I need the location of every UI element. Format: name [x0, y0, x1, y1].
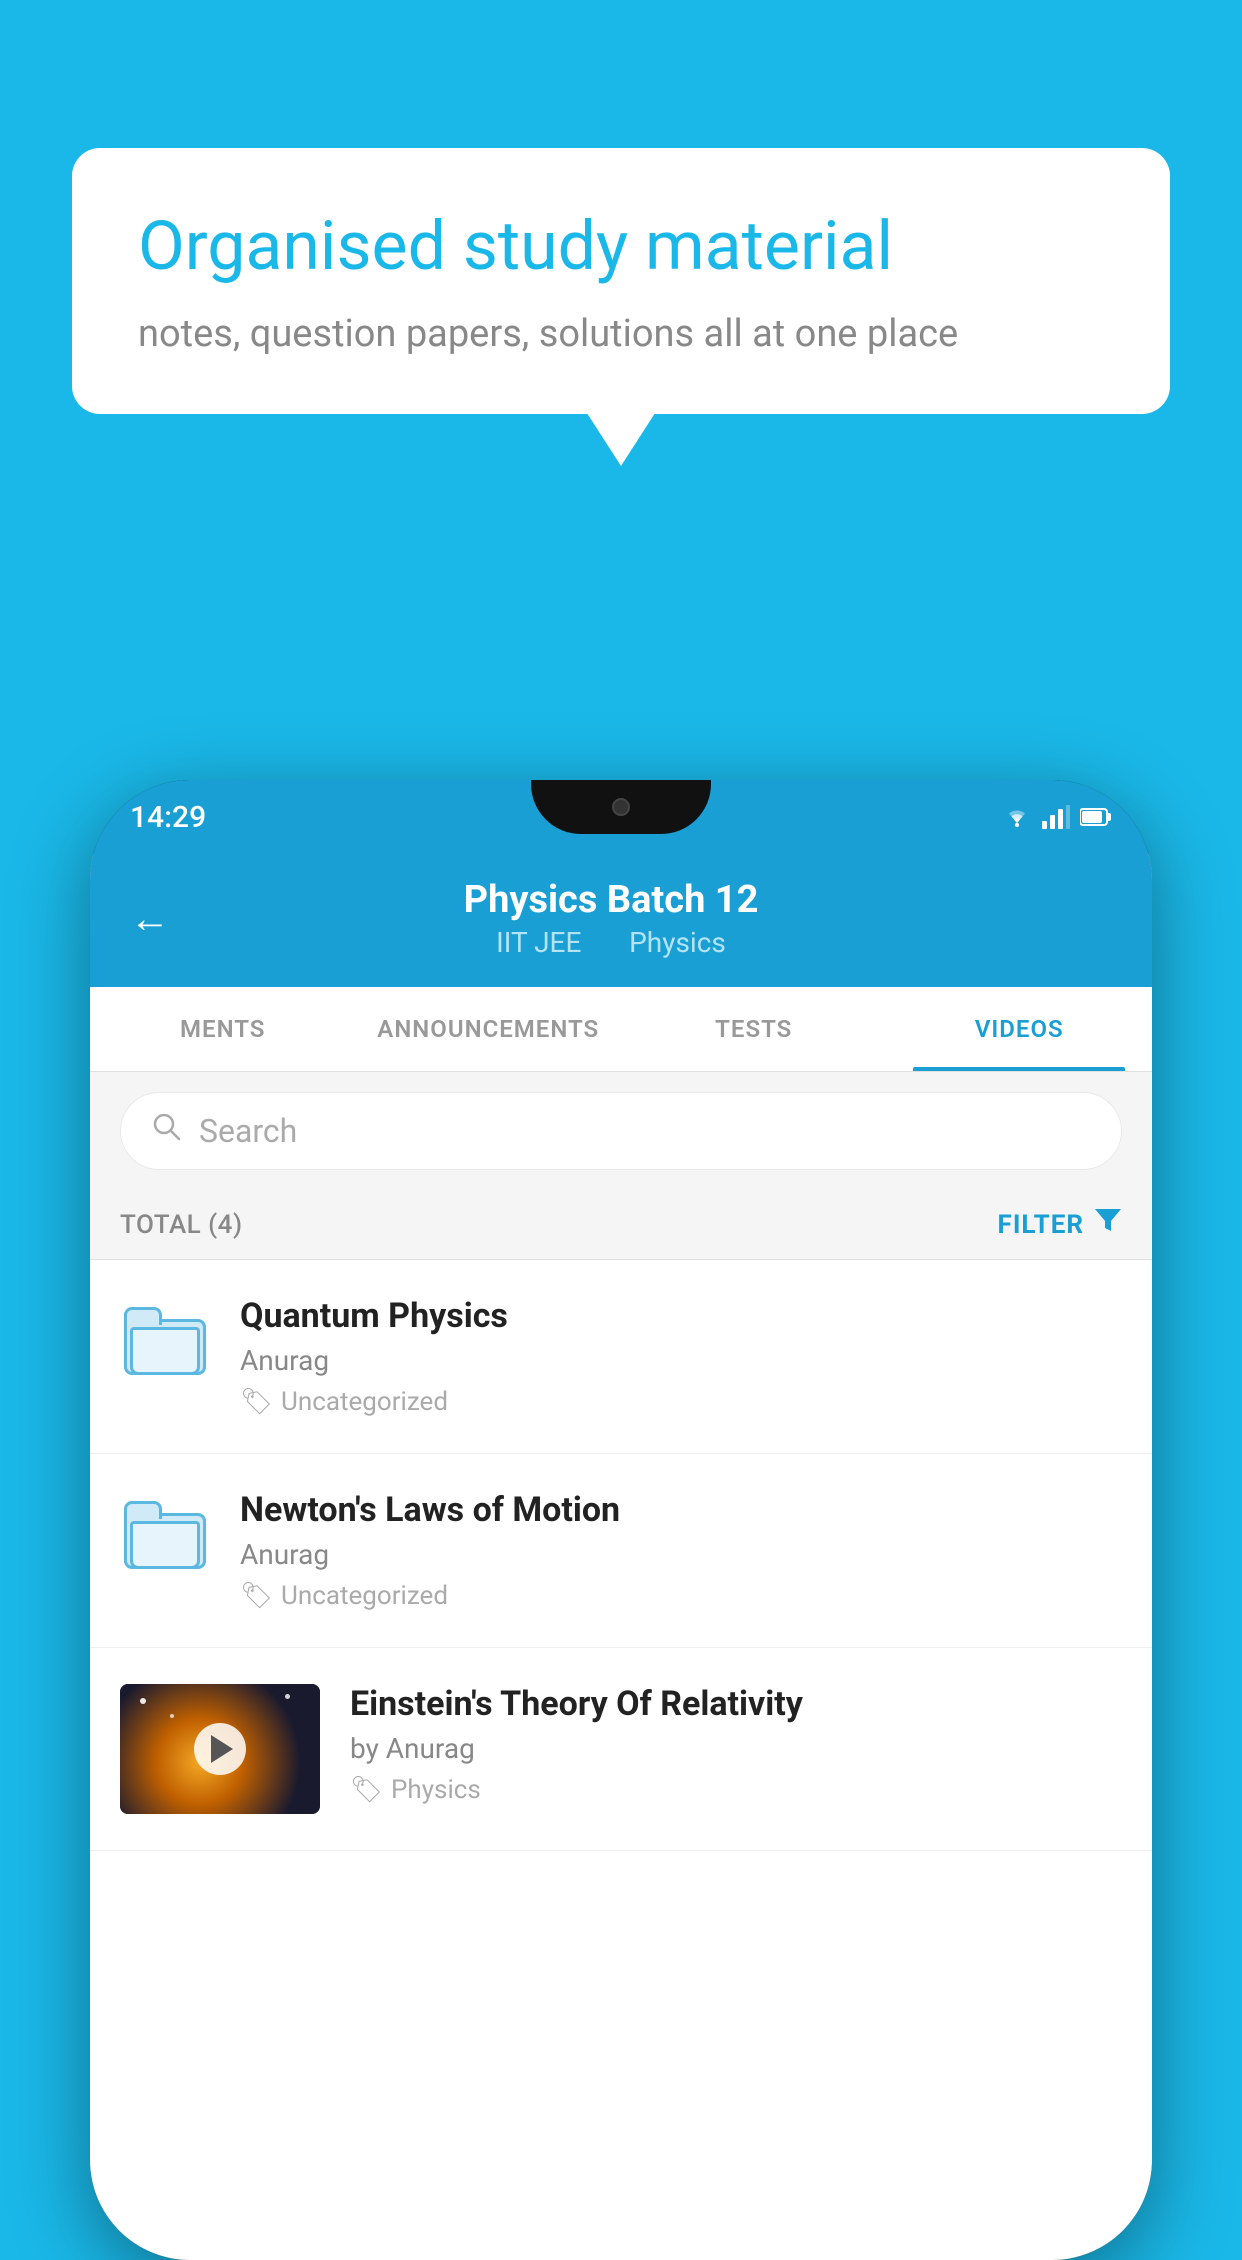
folder-icon-quantum: [120, 1296, 210, 1386]
einstein-info: Einstein's Theory Of Relativity by Anura…: [350, 1684, 1122, 1805]
batch-subtitle: IIT JEE Physics: [200, 926, 1022, 959]
quantum-physics-tag-label: Uncategorized: [281, 1387, 448, 1417]
phone-screen: ← Physics Batch 12 IIT JEE Physics MENTS…: [90, 854, 1152, 2260]
quantum-physics-author: Anurag: [240, 1344, 1122, 1377]
tab-tests[interactable]: TESTS: [621, 987, 887, 1071]
quantum-physics-tag: 🏷 Uncategorized: [240, 1387, 1122, 1417]
einstein-tag-label: Physics: [391, 1775, 481, 1805]
einstein-title: Einstein's Theory Of Relativity: [350, 1684, 1122, 1724]
content-area: Quantum Physics Anurag 🏷 Uncategorized: [90, 1260, 1152, 1851]
play-button[interactable]: [194, 1723, 246, 1775]
back-button[interactable]: ←: [130, 895, 170, 942]
batch-title: Physics Batch 12: [200, 878, 1022, 922]
newtons-laws-tag-label: Uncategorized: [281, 1581, 448, 1611]
search-icon: [151, 1111, 183, 1151]
newtons-laws-author: Anurag: [240, 1538, 1122, 1571]
subtitle-iitjee: IIT JEE: [496, 926, 581, 959]
list-item[interactable]: Newton's Laws of Motion Anurag 🏷 Uncateg…: [90, 1454, 1152, 1648]
newtons-laws-info: Newton's Laws of Motion Anurag 🏷 Uncateg…: [240, 1490, 1122, 1611]
tab-ments[interactable]: MENTS: [90, 987, 356, 1071]
search-placeholder: Search: [199, 1112, 297, 1150]
quantum-physics-info: Quantum Physics Anurag 🏷 Uncategorized: [240, 1296, 1122, 1417]
tab-videos[interactable]: VIDEOS: [887, 987, 1153, 1071]
einstein-thumbnail: [120, 1684, 320, 1814]
filter-label: FILTER: [998, 1210, 1084, 1240]
einstein-author: by Anurag: [350, 1732, 1122, 1765]
speech-bubble-title: Organised study material: [138, 206, 1104, 288]
einstein-tag: 🏷 Physics: [350, 1775, 1122, 1805]
tabs-bar: MENTS ANNOUNCEMENTS TESTS VIDEOS: [90, 987, 1152, 1072]
wifi-icon: [1002, 805, 1032, 829]
speech-bubble: Organised study material notes, question…: [72, 148, 1170, 414]
camera-lens: [612, 798, 630, 816]
newtons-laws-title: Newton's Laws of Motion: [240, 1490, 1122, 1530]
star-decoration: [140, 1698, 146, 1704]
filter-button[interactable]: FILTER: [998, 1208, 1122, 1241]
status-time: 14:29: [130, 800, 206, 835]
filter-funnel-icon: [1094, 1208, 1122, 1241]
speech-bubble-subtitle: notes, question papers, solutions all at…: [138, 312, 1104, 356]
status-bar: 14:29: [90, 780, 1152, 854]
folder-icon-newton: [120, 1490, 210, 1580]
app-header: ← Physics Batch 12 IIT JEE Physics: [90, 854, 1152, 987]
phone-notch: [531, 780, 711, 834]
total-count: TOTAL (4): [120, 1210, 243, 1240]
search-bar-wrapper: Search: [90, 1072, 1152, 1190]
header-title-section: Physics Batch 12 IIT JEE Physics: [200, 878, 1022, 959]
phone-frame: 14:29: [90, 780, 1152, 2260]
play-triangle-icon: [211, 1735, 233, 1763]
speech-bubble-container: Organised study material notes, question…: [72, 148, 1170, 414]
tag-icon: 🏷: [240, 1581, 273, 1611]
list-item[interactable]: Quantum Physics Anurag 🏷 Uncategorized: [90, 1260, 1152, 1454]
battery-icon: [1080, 806, 1112, 828]
tab-announcements[interactable]: ANNOUNCEMENTS: [356, 987, 622, 1071]
filter-bar: TOTAL (4) FILTER: [90, 1190, 1152, 1260]
newtons-laws-tag: 🏷 Uncategorized: [240, 1581, 1122, 1611]
status-icons: [1002, 805, 1112, 829]
list-item[interactable]: Einstein's Theory Of Relativity by Anura…: [90, 1648, 1152, 1851]
search-bar[interactable]: Search: [120, 1092, 1122, 1170]
star-decoration: [170, 1714, 174, 1718]
tag-icon: 🏷: [240, 1387, 273, 1417]
star-decoration: [285, 1694, 290, 1699]
tag-icon: 🏷: [350, 1775, 383, 1805]
subtitle-physics: Physics: [629, 926, 726, 959]
signal-icon: [1042, 805, 1070, 829]
quantum-physics-title: Quantum Physics: [240, 1296, 1122, 1336]
